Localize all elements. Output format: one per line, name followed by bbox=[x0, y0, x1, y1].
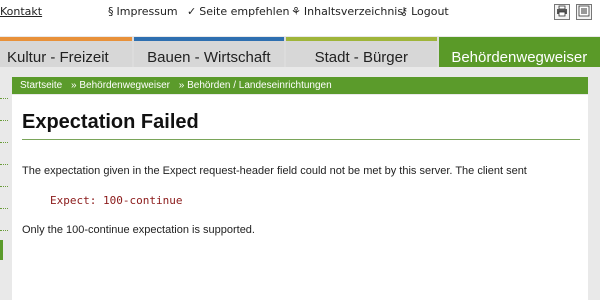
breadcrumb-behoerdenwegweiser[interactable]: » Behördenwegweiser bbox=[71, 80, 170, 91]
top-utility-bar: Kontakt § Impressum ✓ Seite empfehlen ⚘ … bbox=[0, 0, 600, 36]
impressum-label: Impressum bbox=[116, 5, 178, 18]
breadcrumb-startseite[interactable]: Startseite bbox=[20, 80, 62, 91]
main-content: Expectation Failed The expectation given… bbox=[12, 95, 588, 300]
page-title: Expectation Failed bbox=[22, 111, 199, 133]
printer-icon[interactable] bbox=[554, 4, 570, 20]
expect-header-code: Expect: 100-continue bbox=[50, 194, 183, 207]
sidebar-active-marker bbox=[0, 240, 3, 260]
text-print-icon[interactable] bbox=[576, 4, 592, 20]
inhaltsverzeichnis-label: Inhaltsverzeichnis bbox=[303, 5, 404, 18]
seite-empfehlen-link[interactable]: ✓ Seite empfehlen bbox=[187, 5, 289, 18]
print-tools bbox=[554, 4, 592, 20]
inhaltsverzeichnis-link[interactable]: ⚘ Inhaltsverzeichnis bbox=[291, 5, 403, 18]
error-description: The expectation given in the Expect requ… bbox=[22, 165, 527, 177]
sidebar-divider bbox=[0, 98, 8, 99]
seite-empfehlen-label: Seite empfehlen bbox=[199, 5, 290, 18]
tab-stadt-buerger[interactable]: Stadt - Bürger bbox=[286, 37, 437, 67]
sidebar-divider bbox=[0, 120, 8, 121]
tab-behoerdenwegweiser[interactable]: Behördenwegweiser bbox=[438, 37, 600, 67]
right-margin bbox=[594, 76, 600, 300]
sidebar-divider bbox=[0, 186, 8, 187]
checkmark-icon: ✓ bbox=[187, 5, 197, 18]
kontakt-link[interactable]: Kontakt bbox=[0, 5, 42, 18]
title-divider bbox=[22, 139, 580, 140]
sidebar-divider bbox=[0, 208, 8, 209]
logout-label: Logout bbox=[411, 5, 449, 18]
paragraph-icon: § bbox=[108, 5, 114, 18]
logout-link[interactable]: ⚷ Logout bbox=[400, 5, 449, 18]
sidebar-divider bbox=[0, 230, 8, 231]
main-navigation: Kultur - Freizeit Bauen - Wirtschaft Sta… bbox=[0, 37, 600, 67]
breadcrumb: Startseite » Behördenwegweiser » Behörde… bbox=[12, 77, 588, 94]
tab-bauen-wirtschaft[interactable]: Bauen - Wirtschaft bbox=[133, 37, 285, 67]
error-detail: Only the 100-continue expectation is sup… bbox=[22, 224, 255, 236]
left-sidebar-decoration bbox=[0, 76, 10, 300]
sidebar-divider bbox=[0, 142, 8, 143]
kontakt-label: Kontakt bbox=[0, 5, 43, 18]
key-icon: ⚷ bbox=[400, 5, 409, 18]
sitemap-icon: ⚘ bbox=[291, 5, 301, 18]
breadcrumb-behoerden-landeseinrichtungen[interactable]: » Behörden / Landeseinrichtungen bbox=[179, 80, 332, 91]
tab-kultur-freizeit[interactable]: Kultur - Freizeit bbox=[0, 37, 132, 67]
impressum-link[interactable]: § Impressum bbox=[108, 5, 178, 18]
sidebar-divider bbox=[0, 164, 8, 165]
